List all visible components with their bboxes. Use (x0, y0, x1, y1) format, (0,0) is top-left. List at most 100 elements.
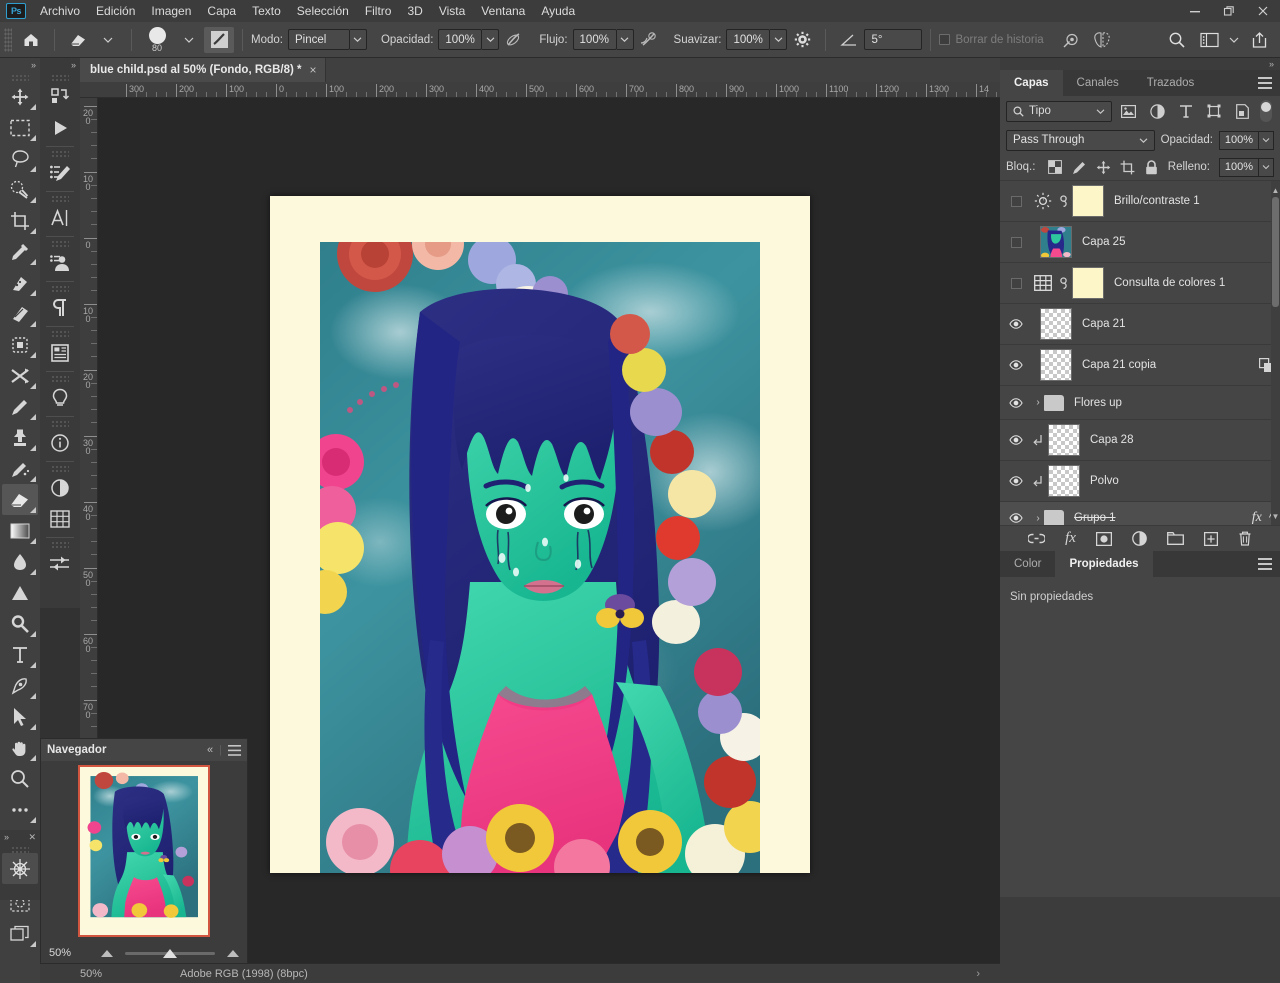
screen-mode-icon[interactable] (2, 918, 38, 949)
layer-thumbnail[interactable] (1048, 424, 1080, 456)
layer-visibility-toggle[interactable] (1000, 319, 1032, 329)
layer-opacity-input[interactable]: 100% (1219, 130, 1274, 150)
smartobject-filter-icon[interactable] (1231, 100, 1253, 122)
layer-name[interactable]: Capa 28 (1090, 434, 1133, 446)
zoom-tool[interactable] (2, 763, 38, 794)
tab-trazados[interactable]: Trazados (1132, 70, 1209, 96)
layer-name[interactable]: Capa 21 copia (1082, 359, 1156, 371)
link-layers-icon[interactable] (1028, 533, 1046, 544)
layer-visibility-toggle[interactable] (1000, 195, 1032, 207)
options-bar-grip[interactable] (4, 27, 12, 52)
table-row[interactable]: Capa 21 copia (1000, 345, 1280, 386)
lock-transparency-icon[interactable] (1045, 157, 1065, 177)
status-zoom-value[interactable]: 50% (40, 968, 120, 980)
layer-visibility-toggle[interactable] (1000, 476, 1032, 486)
navigator-preview[interactable] (41, 761, 247, 941)
mode-select[interactable]: Pincel (287, 29, 367, 50)
menu-ventana[interactable]: Ventana (473, 1, 533, 21)
dock-collapse[interactable]: » (1000, 58, 1280, 70)
fx-icon[interactable]: fx (1252, 510, 1262, 525)
brush-tool[interactable] (2, 391, 38, 422)
layer-list-scrollbar[interactable]: ▲ ▼ (1271, 181, 1280, 525)
workspace-icon[interactable] (1194, 27, 1224, 53)
layer-visibility-toggle[interactable] (1000, 435, 1032, 445)
menu-seleccion[interactable]: Selección (289, 1, 357, 21)
clone-stamp-tool[interactable] (2, 422, 38, 453)
group-grip[interactable] (51, 330, 69, 337)
layer-mask-thumbnail[interactable] (1072, 267, 1104, 299)
brush-preset-chevron-down-icon[interactable] (174, 27, 204, 53)
symmetry-butterfly-icon[interactable] (1087, 27, 1117, 53)
navigator-zoom-slider[interactable] (101, 944, 239, 962)
filter-enable-toggle[interactable] (1259, 100, 1272, 122)
new-group-icon[interactable] (1166, 532, 1184, 545)
path-selection-tool[interactable] (2, 701, 38, 732)
menu-capa[interactable]: Capa (199, 1, 244, 21)
panel-menu-icon[interactable] (1258, 77, 1272, 89)
panel-icon-info[interactable] (42, 427, 78, 458)
menu-filtro[interactable]: Filtro (357, 1, 400, 21)
restore-button[interactable] (1212, 0, 1246, 22)
gradient-tool[interactable] (2, 515, 38, 546)
crop-tool[interactable] (2, 205, 38, 236)
table-row[interactable]: Capa 28 (1000, 420, 1280, 461)
panel-icon-character[interactable] (42, 202, 78, 233)
angle-value[interactable]: 5° (864, 29, 923, 50)
navigator-thumbnail[interactable] (78, 765, 210, 937)
shape-filter-icon[interactable] (1203, 100, 1225, 122)
erase-history-checkbox[interactable]: Borrar de historia (939, 34, 1048, 46)
adjustment-filter-icon[interactable] (1146, 100, 1168, 122)
layer-fill-input[interactable]: 100% (1219, 157, 1274, 177)
new-layer-icon[interactable] (1203, 531, 1218, 546)
shuffle-tool[interactable] (2, 360, 38, 391)
table-row[interactable]: Consulta de colores 1 (1000, 263, 1280, 304)
icon-dock-collapse[interactable]: » (40, 58, 80, 72)
layer-thumbnail[interactable] (1040, 226, 1072, 258)
lock-all-icon[interactable] (1141, 157, 1161, 177)
history-brush-tool[interactable] (2, 453, 38, 484)
panel-icon-lights[interactable] (42, 382, 78, 413)
group-grip[interactable] (51, 150, 69, 157)
layer-visibility-toggle[interactable] (1000, 236, 1032, 248)
pixel-filter-icon[interactable] (1118, 100, 1140, 122)
group-grip[interactable] (51, 541, 69, 548)
mini-panel-expand-icon[interactable]: » (4, 832, 9, 842)
layer-visibility-toggle[interactable] (1000, 397, 1032, 408)
add-layer-mask-icon[interactable] (1095, 531, 1112, 546)
panel-icon-sliders[interactable] (42, 548, 78, 579)
scrollbar-thumb[interactable] (1272, 197, 1279, 307)
lock-position-icon[interactable] (1093, 157, 1113, 177)
new-adjustment-layer-icon[interactable] (1132, 531, 1147, 546)
layer-name[interactable]: Grupo 1 (1074, 512, 1116, 524)
group-grip[interactable] (51, 420, 69, 427)
status-expand-icon[interactable]: › (976, 968, 1000, 980)
tablet-pressure-icon[interactable] (1057, 27, 1087, 53)
lock-image-icon[interactable] (1069, 157, 1089, 177)
navigator-zoom-value[interactable]: 50% (49, 947, 93, 959)
mini-panel-grip[interactable] (11, 846, 29, 853)
scroll-up-icon[interactable]: ▲ (1271, 183, 1280, 197)
layer-name[interactable]: Brillo/contraste 1 (1114, 195, 1200, 207)
minimize-button[interactable] (1178, 0, 1212, 22)
content-aware-move-tool[interactable] (2, 329, 38, 360)
panel-menu-icon[interactable] (228, 744, 241, 756)
group-grip[interactable] (51, 240, 69, 247)
table-row[interactable]: Capa 25 (1000, 222, 1280, 263)
menu-imagen[interactable]: Imagen (143, 1, 199, 21)
home-icon[interactable] (16, 27, 46, 53)
artboard[interactable] (270, 196, 810, 873)
layer-name[interactable]: Flores up (1074, 397, 1122, 409)
opacity-input[interactable]: 100% (438, 29, 500, 50)
spot-healing-brush-tool[interactable] (2, 267, 38, 298)
table-row[interactable]: Brillo/contraste 1 (1000, 181, 1280, 222)
layer-thumbnail[interactable] (1048, 465, 1080, 497)
layer-visibility-toggle[interactable] (1000, 360, 1032, 370)
quick-selection-tool[interactable] (2, 174, 38, 205)
dodge-tool[interactable] (2, 608, 38, 639)
gear-icon[interactable] (787, 27, 817, 53)
edit-toolbar-button[interactable] (2, 794, 38, 825)
zoom-slider-handle[interactable] (163, 948, 177, 958)
close-icon[interactable]: × (310, 63, 317, 77)
eraser-tool[interactable] (2, 484, 38, 515)
group-grip[interactable] (51, 375, 69, 382)
